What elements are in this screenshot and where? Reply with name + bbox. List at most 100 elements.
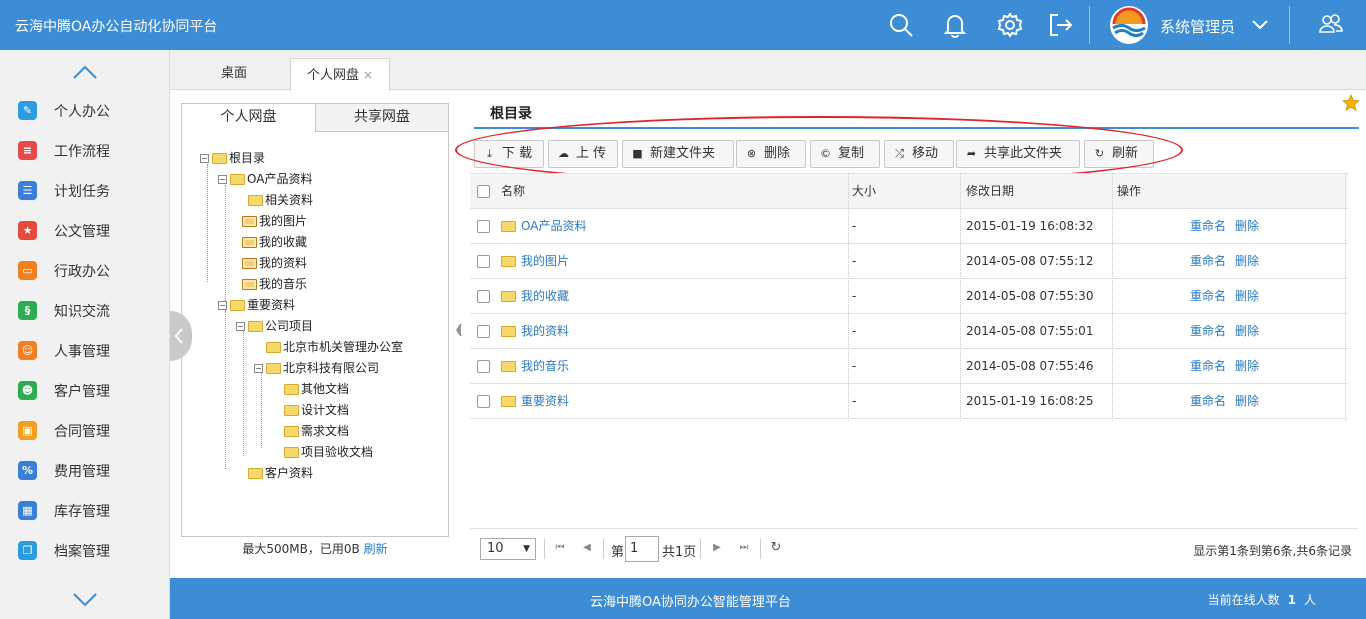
row-checkbox[interactable] [477,290,490,303]
rename-link[interactable]: 重命名 [1190,219,1226,233]
toolbar-button[interactable]: ⊗ 删除 [736,140,806,168]
gear-icon[interactable] [997,12,1023,38]
toolbar-button[interactable]: ↻ 刷新 [1084,140,1154,168]
sidebar-item[interactable]: § 知识交流 [0,290,169,330]
delete-link[interactable]: 删除 [1235,254,1259,268]
tree-node[interactable]: 其他文档 [272,380,349,398]
delete-link[interactable]: 删除 [1235,359,1259,373]
col-name-header[interactable]: 名称 [501,174,525,209]
tab-personal-disk[interactable]: 个人网盘 × [290,58,390,91]
rename-link[interactable]: 重命名 [1190,394,1226,408]
tab-personal-disk-tree[interactable]: 个人网盘 [182,104,315,132]
sidebar-item[interactable]: ☰ 计划任务 [0,170,169,210]
sidebar-item[interactable]: ★ 公文管理 [0,210,169,250]
tree-collapse-icon[interactable]: − [218,175,227,184]
table-row[interactable]: 我的音乐 - 2014-05-08 07:55:46 重命名 删除 [470,349,1348,384]
sidebar-item[interactable]: ☺ 人事管理 [0,330,169,370]
tree-node[interactable]: 相关资料 [236,191,313,209]
row-checkbox[interactable] [477,360,490,373]
toolbar-button[interactable]: ⤓ 下 载 [474,140,544,168]
tree-node[interactable]: − 北京科技有限公司 [254,359,379,377]
rename-link[interactable]: 重命名 [1190,289,1226,303]
chevron-down-icon[interactable] [1250,14,1270,34]
file-name-link[interactable]: 我的图片 [521,254,569,268]
col-size-header[interactable]: 大小 [852,174,876,209]
tree-node[interactable]: − 公司项目 [236,317,313,335]
sidebar-scroll-down-icon[interactable] [72,590,98,610]
sidebar-item[interactable]: ≡ 工作流程 [0,130,169,170]
tree-collapse-handle-icon[interactable] [455,320,463,340]
sidebar-item[interactable]: % 费用管理 [0,450,169,490]
first-page-icon[interactable]: ⏮ [554,542,566,554]
last-page-icon[interactable]: ⏭ [738,542,750,554]
toolbar-button[interactable]: ■ 新建文件夹 [622,140,734,168]
sidebar-collapse-handle[interactable] [170,311,192,361]
tab-close-icon[interactable]: × [363,68,373,82]
rename-link[interactable]: 重命名 [1190,324,1226,338]
sidebar-item[interactable]: ▦ 库存管理 [0,490,169,530]
tree-node[interactable]: − OA产品资料 [218,170,312,188]
table-row[interactable]: OA产品资料 - 2015-01-19 16:08:32 重命名 删除 [470,209,1348,244]
sidebar-scroll-up-icon[interactable] [72,62,98,82]
tree-node[interactable]: 我的图片 [230,212,307,230]
next-page-icon[interactable]: ▶ [711,542,723,554]
favorite-star-icon[interactable] [1342,94,1360,112]
toolbar-button[interactable]: ➦ 共享此文件夹 [956,140,1080,168]
tree-collapse-icon[interactable]: − [254,364,263,373]
tree-node[interactable]: − 根目录 [200,149,265,167]
table-row[interactable]: 我的图片 - 2014-05-08 07:55:12 重命名 删除 [470,244,1348,279]
table-row[interactable]: 重要资料 - 2015-01-19 16:08:25 重命名 删除 [470,384,1348,419]
user-name[interactable]: 系统管理员 [1160,16,1235,37]
sidebar-item[interactable]: ▣ 合同管理 [0,410,169,450]
tab-desk[interactable]: 桌面 [170,58,298,91]
row-checkbox[interactable] [477,220,490,233]
tree-node[interactable]: 项目验收文档 [272,443,373,461]
tree-node[interactable]: − 重要资料 [218,296,295,314]
row-checkbox[interactable] [477,255,490,268]
logout-icon[interactable] [1048,12,1074,38]
sidebar-item[interactable]: ❐ 档案管理 [0,530,169,570]
col-date-header[interactable]: 修改日期 [966,174,1014,209]
delete-link[interactable]: 删除 [1235,394,1259,408]
delete-link[interactable]: 删除 [1235,219,1259,233]
users-icon[interactable] [1318,11,1344,37]
search-icon[interactable] [888,12,914,38]
rename-link[interactable]: 重命名 [1190,254,1226,268]
tree-collapse-icon[interactable]: − [200,154,209,163]
quota-refresh-link[interactable]: 刷新 [364,542,388,556]
file-name-link[interactable]: 我的音乐 [521,359,569,373]
toolbar-button[interactable]: © 复制 [810,140,880,168]
avatar[interactable] [1110,6,1148,44]
file-name-link[interactable]: 我的收藏 [521,289,569,303]
file-name-link[interactable]: 重要资料 [521,394,569,408]
tree-node[interactable]: 客户资料 [236,464,313,482]
bell-icon[interactable] [942,12,968,38]
row-checkbox[interactable] [477,395,490,408]
file-name-link[interactable]: OA产品资料 [521,219,586,233]
file-name-link[interactable]: 我的资料 [521,324,569,338]
page-size-select[interactable]: 10 ▼ [480,538,536,560]
sidebar-item[interactable]: ▭ 行政办公 [0,250,169,290]
table-row[interactable]: 我的收藏 - 2014-05-08 07:55:30 重命名 删除 [470,279,1348,314]
tree-node[interactable]: 北京市机关管理办公室 [254,338,403,356]
rename-link[interactable]: 重命名 [1190,359,1226,373]
tab-shared-disk[interactable]: 共享网盘 [315,104,448,132]
toolbar-button[interactable]: ⤮ 移动 [884,140,954,168]
tree-node[interactable]: 需求文档 [272,422,349,440]
sidebar-item[interactable]: ☻ 客户管理 [0,370,169,410]
toolbar-button[interactable]: ☁ 上 传 [548,140,618,168]
sidebar-item[interactable]: ✎ 个人办公 [0,90,169,130]
tree-node[interactable]: 我的资料 [230,254,307,272]
tree-node[interactable]: 我的音乐 [230,275,307,293]
tree-collapse-icon[interactable]: − [218,301,227,310]
tree-collapse-icon[interactable]: − [236,322,245,331]
row-checkbox[interactable] [477,325,490,338]
tree-node[interactable]: 我的收藏 [230,233,307,251]
select-all-checkbox[interactable] [477,185,490,198]
tree-node[interactable]: 设计文档 [272,401,349,419]
page-number-input[interactable]: 1 [625,536,659,562]
prev-page-icon[interactable]: ◀ [581,542,593,554]
table-row[interactable]: 我的资料 - 2014-05-08 07:55:01 重命名 删除 [470,314,1348,349]
delete-link[interactable]: 删除 [1235,324,1259,338]
delete-link[interactable]: 删除 [1235,289,1259,303]
